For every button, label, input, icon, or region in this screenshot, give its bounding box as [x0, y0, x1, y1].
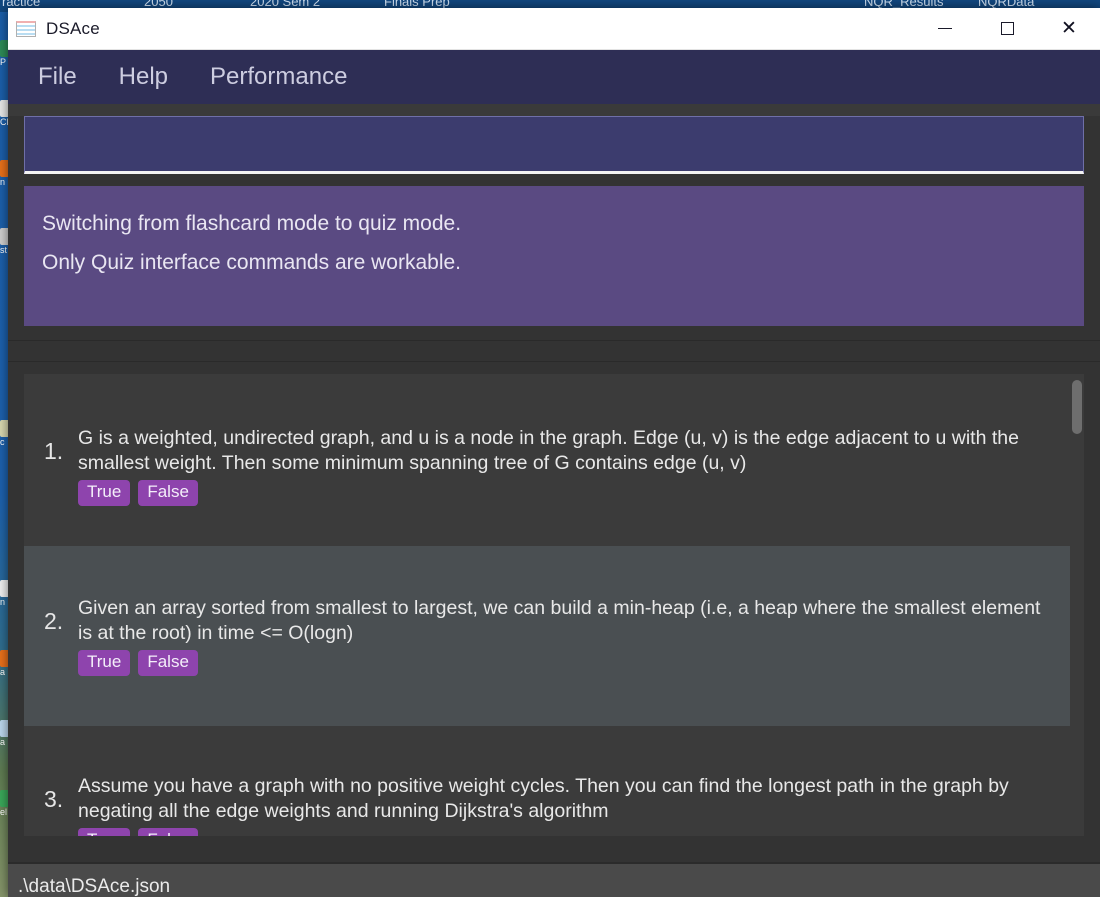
command-input[interactable] — [25, 117, 1083, 171]
menu-item-file[interactable]: File — [32, 61, 83, 93]
desktop-label: 2050 — [144, 0, 173, 9]
question-number: 3. — [44, 786, 64, 812]
quiz-question-card: 2. Given an array sorted from smallest t… — [24, 546, 1084, 726]
title-bar[interactable]: DSAce ✕ — [8, 8, 1100, 50]
answer-false-button[interactable]: False — [138, 650, 198, 676]
quiz-question-card: 1. G is a weighted, undirected graph, an… — [24, 374, 1084, 546]
question-text: G is a weighted, undirected graph, and u… — [78, 427, 1019, 474]
desktop-label: NQRData — [978, 0, 1035, 9]
app-body: Switching from flashcard mode to quiz mo… — [8, 116, 1100, 897]
answer-buttons: True False — [78, 480, 1058, 506]
minimize-button[interactable] — [914, 8, 976, 50]
maximize-button[interactable] — [976, 8, 1038, 50]
quiz-question-row: 3. Assume you have a graph with no posit… — [44, 774, 1058, 824]
answer-true-button[interactable]: True — [78, 480, 131, 506]
quiz-question-row: 2. Given an array sorted from smallest t… — [44, 596, 1058, 646]
menu-item-help[interactable]: Help — [113, 61, 174, 93]
desktop-label: 2020 Sem 2 — [250, 0, 321, 9]
minimize-icon — [938, 28, 952, 29]
desktop-label: ractice — [2, 0, 41, 9]
question-number: 1. — [44, 438, 64, 464]
quiz-question-card: 3. Assume you have a graph with no posit… — [24, 726, 1084, 836]
menu-item-performance[interactable]: Performance — [204, 61, 353, 93]
answer-false-button[interactable]: False — [138, 480, 198, 506]
question-text: Given an array sorted from smallest to l… — [78, 597, 1041, 644]
status-bar: .\data\DSAce.json — [8, 862, 1100, 897]
command-box[interactable] — [24, 116, 1084, 174]
dsace-window: DSAce ✕ File Help Performance Switching … — [8, 8, 1100, 897]
window-title: DSAce — [46, 18, 100, 38]
result-line: Switching from flashcard mode to quiz mo… — [42, 212, 462, 235]
close-button[interactable]: ✕ — [1038, 8, 1100, 50]
question-text: Assume you have a graph with no positive… — [78, 775, 1009, 822]
answer-buttons: True False — [78, 828, 1058, 836]
window-controls: ✕ — [914, 8, 1100, 50]
status-file-path: .\data\DSAce.json — [18, 875, 171, 897]
answer-true-button[interactable]: True — [78, 650, 131, 676]
book-icon — [16, 20, 36, 37]
maximize-icon — [1000, 22, 1014, 35]
quiz-question-row: 1. G is a weighted, undirected graph, an… — [44, 426, 1058, 476]
quiz-scrollbar[interactable] — [1070, 374, 1084, 836]
desktop-label: Finals Prep — [384, 0, 450, 9]
result-display: Switching from flashcard mode to quiz mo… — [24, 186, 1084, 326]
answer-true-button[interactable]: True — [78, 828, 131, 836]
quiz-list: 1. G is a weighted, undirected graph, an… — [24, 374, 1084, 836]
result-panel: Switching from flashcard mode to quiz mo… — [24, 186, 1084, 326]
divider — [8, 340, 1100, 362]
result-line: Only Quiz interface commands are workabl… — [42, 251, 462, 274]
quiz-scrollbar-thumb[interactable] — [1072, 380, 1082, 434]
question-number: 2. — [44, 608, 64, 634]
answer-false-button[interactable]: False — [138, 828, 198, 836]
answer-buttons: True False — [78, 650, 1058, 676]
close-icon: ✕ — [1061, 18, 1077, 39]
menu-bar: File Help Performance — [8, 50, 1100, 104]
desktop-label: NQR_Results — [864, 0, 944, 9]
